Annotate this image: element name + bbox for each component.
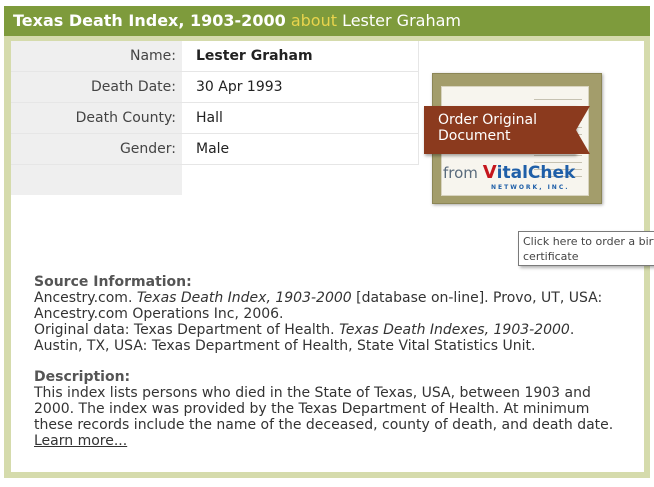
about-text: about <box>290 11 337 30</box>
tooltip-line-1: Click here to order a birth <box>523 235 654 248</box>
source-line: Original data: Texas Department of Healt… <box>34 322 575 338</box>
order-tooltip: Click here to order a birth certificate <box>518 231 654 266</box>
death-county-label: Death County: <box>11 102 182 134</box>
table-row: Death Date: 30 Apr 1993 <box>11 71 419 103</box>
description-line: This index lists persons who died in the… <box>34 385 591 401</box>
vitalchek-logo: from VitalChek <box>443 162 575 183</box>
table-row: Gender: Male <box>11 133 419 165</box>
order-ribbon: Order Original Document <box>424 106 590 154</box>
order-original-document-button[interactable]: Order Original Document from VitalChek N… <box>424 73 602 204</box>
source-heading: Source Information: <box>34 274 192 290</box>
vitalchek-name: italChek <box>496 163 576 183</box>
description-line: 2000. The index was provided by the Texa… <box>34 401 590 417</box>
name-value: Lester Graham <box>182 41 419 72</box>
vitalchek-v: V <box>482 162 497 183</box>
vitalchek-subtitle: NETWORK, INC. <box>491 184 570 191</box>
table-spacer-row <box>11 164 419 195</box>
death-county-value: Hall <box>182 102 419 134</box>
death-date-label: Death Date: <box>11 71 182 103</box>
gender-value: Male <box>182 133 419 165</box>
record-table: Name: Lester Graham Death Date: 30 Apr 1… <box>11 41 419 195</box>
description-line: these records include the name of the de… <box>34 417 614 433</box>
page-title: Texas Death Index, 1903-2000 about Leste… <box>4 6 650 36</box>
description-heading: Description: <box>34 369 131 385</box>
ribbon-line-1: Order Original <box>438 112 538 128</box>
table-row: Name: Lester Graham <box>11 41 419 72</box>
source-line: Ancestry.com Operations Inc, 2006. <box>34 306 284 322</box>
collection-title: Texas Death Index, 1903-2000 <box>13 11 286 30</box>
from-text: from <box>443 164 478 182</box>
source-line: Austin, TX, USA: Texas Department of Hea… <box>34 338 536 354</box>
source-line: Ancestry.com. Texas Death Index, 1903-20… <box>34 290 603 306</box>
ribbon-line-2: Document <box>438 128 511 144</box>
table-row: Death County: Hall <box>11 102 419 134</box>
death-date-value: 30 Apr 1993 <box>182 71 419 103</box>
ribbon-tail <box>576 106 590 154</box>
gender-label: Gender: <box>11 133 182 165</box>
tooltip-line-2: certificate <box>523 250 579 263</box>
learn-more-link[interactable]: Learn more... <box>34 433 127 449</box>
person-name-title: Lester Graham <box>342 11 461 30</box>
name-label: Name: <box>11 41 182 72</box>
source-and-description: Source Information: Ancestry.com. Texas … <box>34 274 634 449</box>
